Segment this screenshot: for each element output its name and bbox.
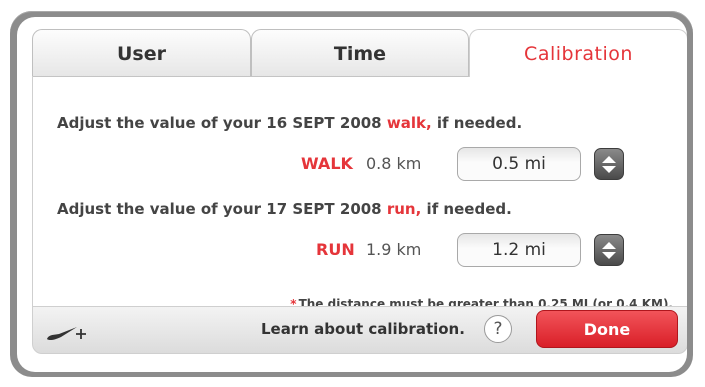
run-distance-field[interactable]: 1.2 mi <box>457 233 581 267</box>
run-prompt-prefix: Adjust the value of your 17 SEPT 2008 <box>57 200 382 218</box>
nike-plus-swoosh-icon <box>47 327 86 341</box>
run-prompt: Adjust the value of your 17 SEPT 2008 ru… <box>57 200 512 218</box>
tab-bar: User Time Calibration <box>17 17 687 77</box>
walk-prompt: Adjust the value of your 16 SEPT 2008 wa… <box>57 114 522 132</box>
up-arrow-icon <box>602 155 616 163</box>
up-arrow-icon <box>602 241 616 249</box>
walk-prompt-suffix: if needed. <box>436 114 523 132</box>
run-activity-word: run, <box>386 200 422 218</box>
footer-bar: Learn about calibration. ? Done <box>32 306 687 354</box>
run-stepper[interactable] <box>594 234 624 266</box>
calibration-content: Adjust the value of your 16 SEPT 2008 wa… <box>32 76 687 311</box>
help-button[interactable]: ? <box>484 315 512 343</box>
calibration-panel: User Time Calibration Adjust the value o… <box>17 17 687 372</box>
tab-calibration[interactable]: Calibration <box>469 29 687 77</box>
walk-label: WALK <box>301 154 353 173</box>
run-measured-distance: 1.9 km <box>366 240 422 259</box>
walk-measured-distance: 0.8 km <box>366 154 422 173</box>
learn-calibration-link[interactable]: Learn about calibration. <box>261 320 465 338</box>
walk-prompt-prefix: Adjust the value of your 16 SEPT 2008 <box>57 114 382 132</box>
walk-activity-word: walk, <box>386 114 432 132</box>
walk-stepper[interactable] <box>594 148 624 180</box>
run-label: RUN <box>316 240 355 259</box>
tab-user[interactable]: User <box>32 29 251 77</box>
walk-distance-field[interactable]: 0.5 mi <box>457 147 581 181</box>
run-prompt-suffix: if needed. <box>426 200 512 218</box>
done-button[interactable]: Done <box>536 310 678 348</box>
tab-time[interactable]: Time <box>251 29 469 77</box>
down-arrow-icon <box>602 251 616 259</box>
down-arrow-icon <box>602 165 616 173</box>
